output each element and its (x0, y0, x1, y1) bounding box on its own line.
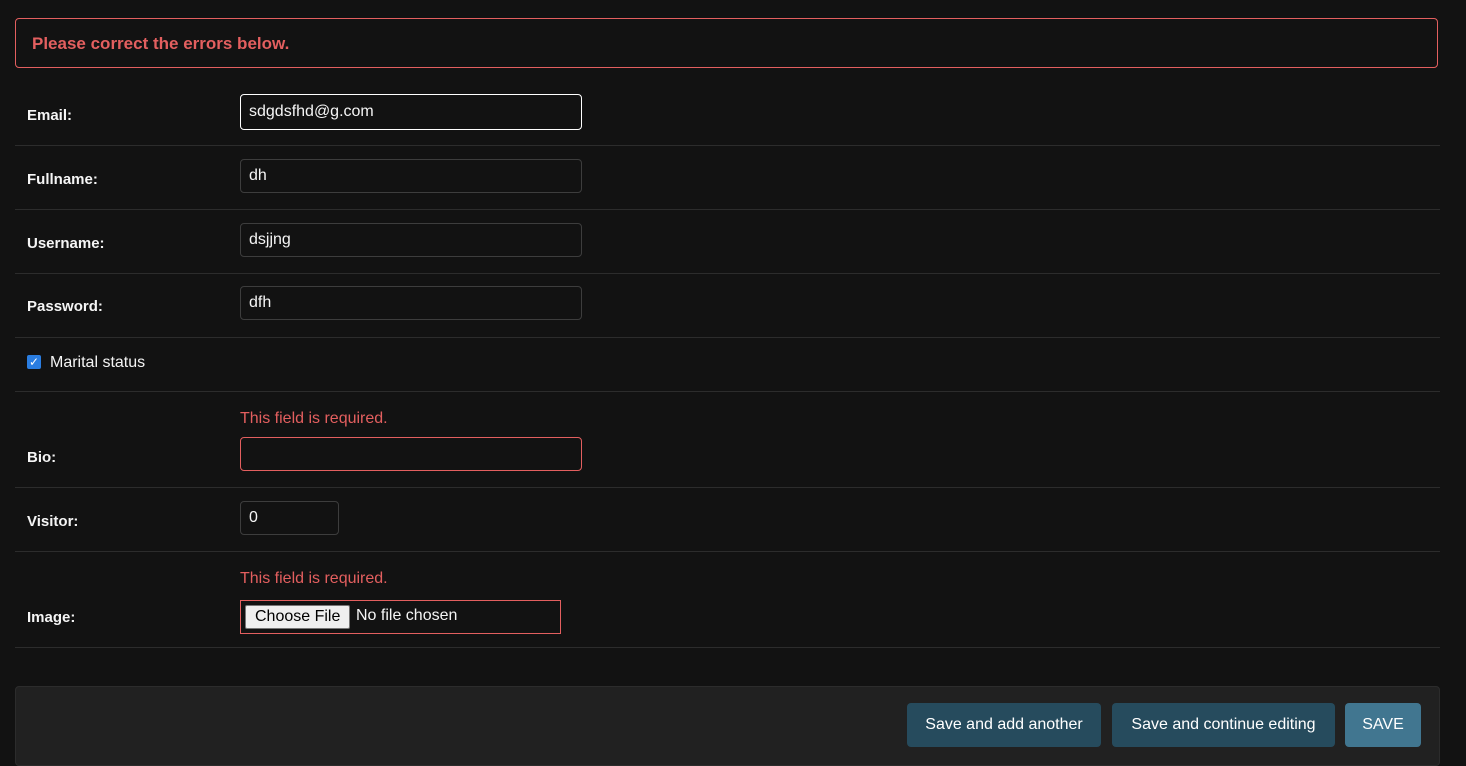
save-and-add-another-button[interactable]: Save and add another (907, 703, 1101, 747)
fullname-label: Fullname: (27, 171, 98, 188)
save-and-continue-button[interactable]: Save and continue editing (1112, 703, 1335, 747)
visitor-field[interactable]: 0 (240, 501, 339, 535)
bio-error: This field is required. (240, 410, 388, 427)
email-field[interactable]: sdgdsfhd@g.com (240, 94, 582, 130)
error-note: Please correct the errors below. (15, 18, 1438, 68)
image-label: Image: (27, 609, 76, 626)
bio-field[interactable] (240, 437, 582, 471)
visitor-label: Visitor: (27, 513, 79, 530)
form-row-marital-status: ✓ Marital status (15, 338, 1440, 392)
password-label: Password: (27, 298, 103, 315)
form-row-fullname: Fullname: dh (15, 146, 1440, 210)
email-label: Email: (27, 107, 73, 124)
form-row-password: Password: dfh (15, 274, 1440, 338)
form-row-visitor: Visitor: 0 (15, 488, 1440, 552)
submit-row: Save and add another Save and continue e… (15, 686, 1440, 766)
password-field[interactable]: dfh (240, 286, 582, 320)
marital-status-label: Marital status (50, 354, 146, 371)
image-file-input[interactable]: Choose File No file chosen (240, 600, 561, 634)
file-status: No file chosen (356, 607, 458, 624)
form-row-username: Username: dsjjng (15, 210, 1440, 274)
fullname-field[interactable]: dh (240, 159, 582, 193)
image-error: This field is required. (240, 570, 388, 587)
choose-file-button[interactable]: Choose File (245, 605, 351, 629)
marital-status-checkbox[interactable]: ✓ (27, 355, 41, 369)
form-row-bio: This field is required. Bio: (15, 392, 1440, 488)
form-row-image: This field is required. Image: Choose Fi… (15, 552, 1440, 648)
bio-label: Bio: (27, 449, 57, 466)
username-label: Username: (27, 235, 105, 252)
form-row-email: Email: sdgdsfhd@g.com (15, 82, 1440, 146)
save-button[interactable]: SAVE (1345, 703, 1421, 747)
username-field[interactable]: dsjjng (240, 223, 582, 257)
